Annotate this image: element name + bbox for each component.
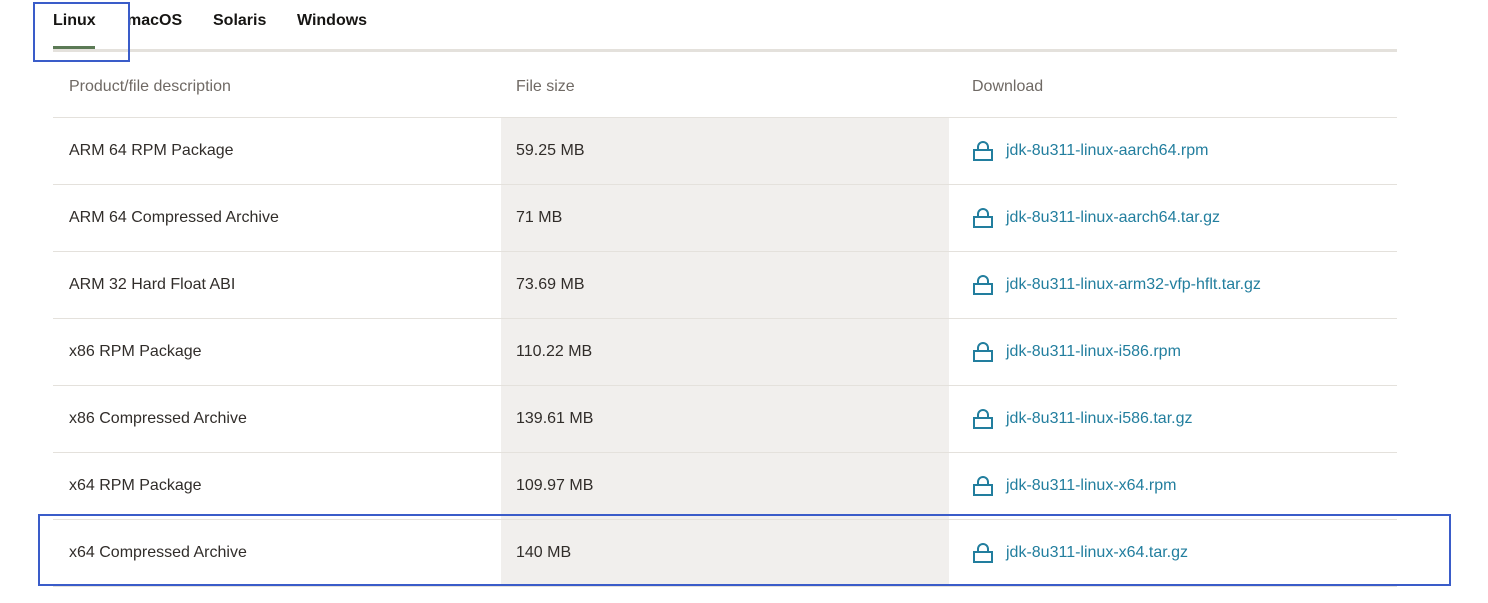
- download-link[interactable]: jdk-8u311-linux-x64.tar.gz: [972, 543, 1188, 563]
- download-file-name: jdk-8u311-linux-aarch64.tar.gz: [1006, 209, 1221, 226]
- os-tabs: Linux macOS Solaris Windows: [53, 0, 1397, 52]
- column-header-description: Product/file description: [69, 77, 231, 95]
- file-description: x64 Compressed Archive: [69, 544, 247, 561]
- column-header-download: Download: [972, 77, 1044, 95]
- table-row: ARM 64 Compressed Archive 71 MB jdk-8u31…: [53, 185, 1397, 252]
- tab-solaris[interactable]: Solaris: [213, 12, 266, 30]
- download-cell: jdk-8u311-linux-i586.tar.gz: [972, 386, 1392, 452]
- file-description: x86 RPM Package: [69, 343, 202, 360]
- column-header-file-size: File size: [516, 77, 575, 95]
- table-row: ARM 32 Hard Float ABI 73.69 MB jdk-8u311…: [53, 252, 1397, 319]
- tab-windows[interactable]: Windows: [297, 12, 367, 30]
- download-cell: jdk-8u311-linux-aarch64.rpm: [972, 118, 1392, 184]
- download-cell: jdk-8u311-linux-aarch64.tar.gz: [972, 185, 1392, 251]
- download-file-name: jdk-8u311-linux-i586.tar.gz: [1006, 410, 1193, 427]
- lock-icon: [973, 476, 993, 496]
- lock-icon: [973, 543, 993, 563]
- downloads-table: Product/file description File size Downl…: [53, 52, 1397, 587]
- lock-icon: [973, 275, 993, 295]
- download-file-name: jdk-8u311-linux-arm32-vfp-hflt.tar.gz: [1006, 276, 1261, 293]
- tab-linux[interactable]: Linux: [53, 12, 96, 30]
- lock-icon: [973, 141, 993, 161]
- lock-icon: [973, 409, 993, 429]
- file-description: x86 Compressed Archive: [69, 410, 247, 427]
- tab-macos[interactable]: macOS: [127, 12, 182, 30]
- lock-icon: [973, 342, 993, 362]
- download-link[interactable]: jdk-8u311-linux-i586.tar.gz: [972, 409, 1192, 429]
- file-description: x64 RPM Package: [69, 477, 202, 494]
- lock-icon: [973, 208, 993, 228]
- table-row: ARM 64 RPM Package 59.25 MB jdk-8u311-li…: [53, 118, 1397, 185]
- file-size: 71 MB: [516, 209, 563, 226]
- download-cell: jdk-8u311-linux-i586.rpm: [972, 319, 1392, 385]
- download-file-name: jdk-8u311-linux-x64.tar.gz: [1006, 544, 1189, 561]
- download-link[interactable]: jdk-8u311-linux-i586.rpm: [972, 342, 1181, 362]
- table-row: x86 Compressed Archive 139.61 MB jdk-8u3…: [53, 386, 1397, 453]
- file-size: 110.22 MB: [516, 343, 593, 360]
- table-row: x86 RPM Package 110.22 MB jdk-8u311-linu…: [53, 319, 1397, 386]
- active-tab-indicator: [53, 46, 95, 49]
- download-cell: jdk-8u311-linux-x64.tar.gz: [972, 520, 1392, 586]
- table-row: x64 RPM Package 109.97 MB jdk-8u311-linu…: [53, 453, 1397, 520]
- file-description: ARM 64 RPM Package: [69, 142, 234, 159]
- file-size: 73.69 MB: [516, 276, 585, 293]
- download-link[interactable]: jdk-8u311-linux-aarch64.tar.gz: [972, 208, 1220, 228]
- file-size: 140 MB: [516, 544, 572, 561]
- file-size: 59.25 MB: [516, 142, 585, 159]
- download-link[interactable]: jdk-8u311-linux-x64.rpm: [972, 476, 1176, 496]
- download-cell: jdk-8u311-linux-x64.rpm: [972, 453, 1392, 519]
- file-description: ARM 32 Hard Float ABI: [69, 276, 236, 293]
- download-file-name: jdk-8u311-linux-x64.rpm: [1006, 477, 1177, 494]
- download-file-name: jdk-8u311-linux-i586.rpm: [1006, 343, 1181, 360]
- table-row: x64 Compressed Archive 140 MB jdk-8u311-…: [53, 520, 1397, 587]
- downloads-page: Linux macOS Solaris Windows Product/file…: [0, 0, 1488, 603]
- file-size: 109.97 MB: [516, 477, 594, 494]
- file-description: ARM 64 Compressed Archive: [69, 209, 279, 226]
- file-size: 139.61 MB: [516, 410, 594, 427]
- download-file-name: jdk-8u311-linux-aarch64.rpm: [1006, 142, 1209, 159]
- table-header-row: Product/file description File size Downl…: [53, 52, 1397, 118]
- download-link[interactable]: jdk-8u311-linux-aarch64.rpm: [972, 141, 1208, 161]
- download-link[interactable]: jdk-8u311-linux-arm32-vfp-hflt.tar.gz: [972, 275, 1261, 295]
- download-cell: jdk-8u311-linux-arm32-vfp-hflt.tar.gz: [972, 252, 1392, 318]
